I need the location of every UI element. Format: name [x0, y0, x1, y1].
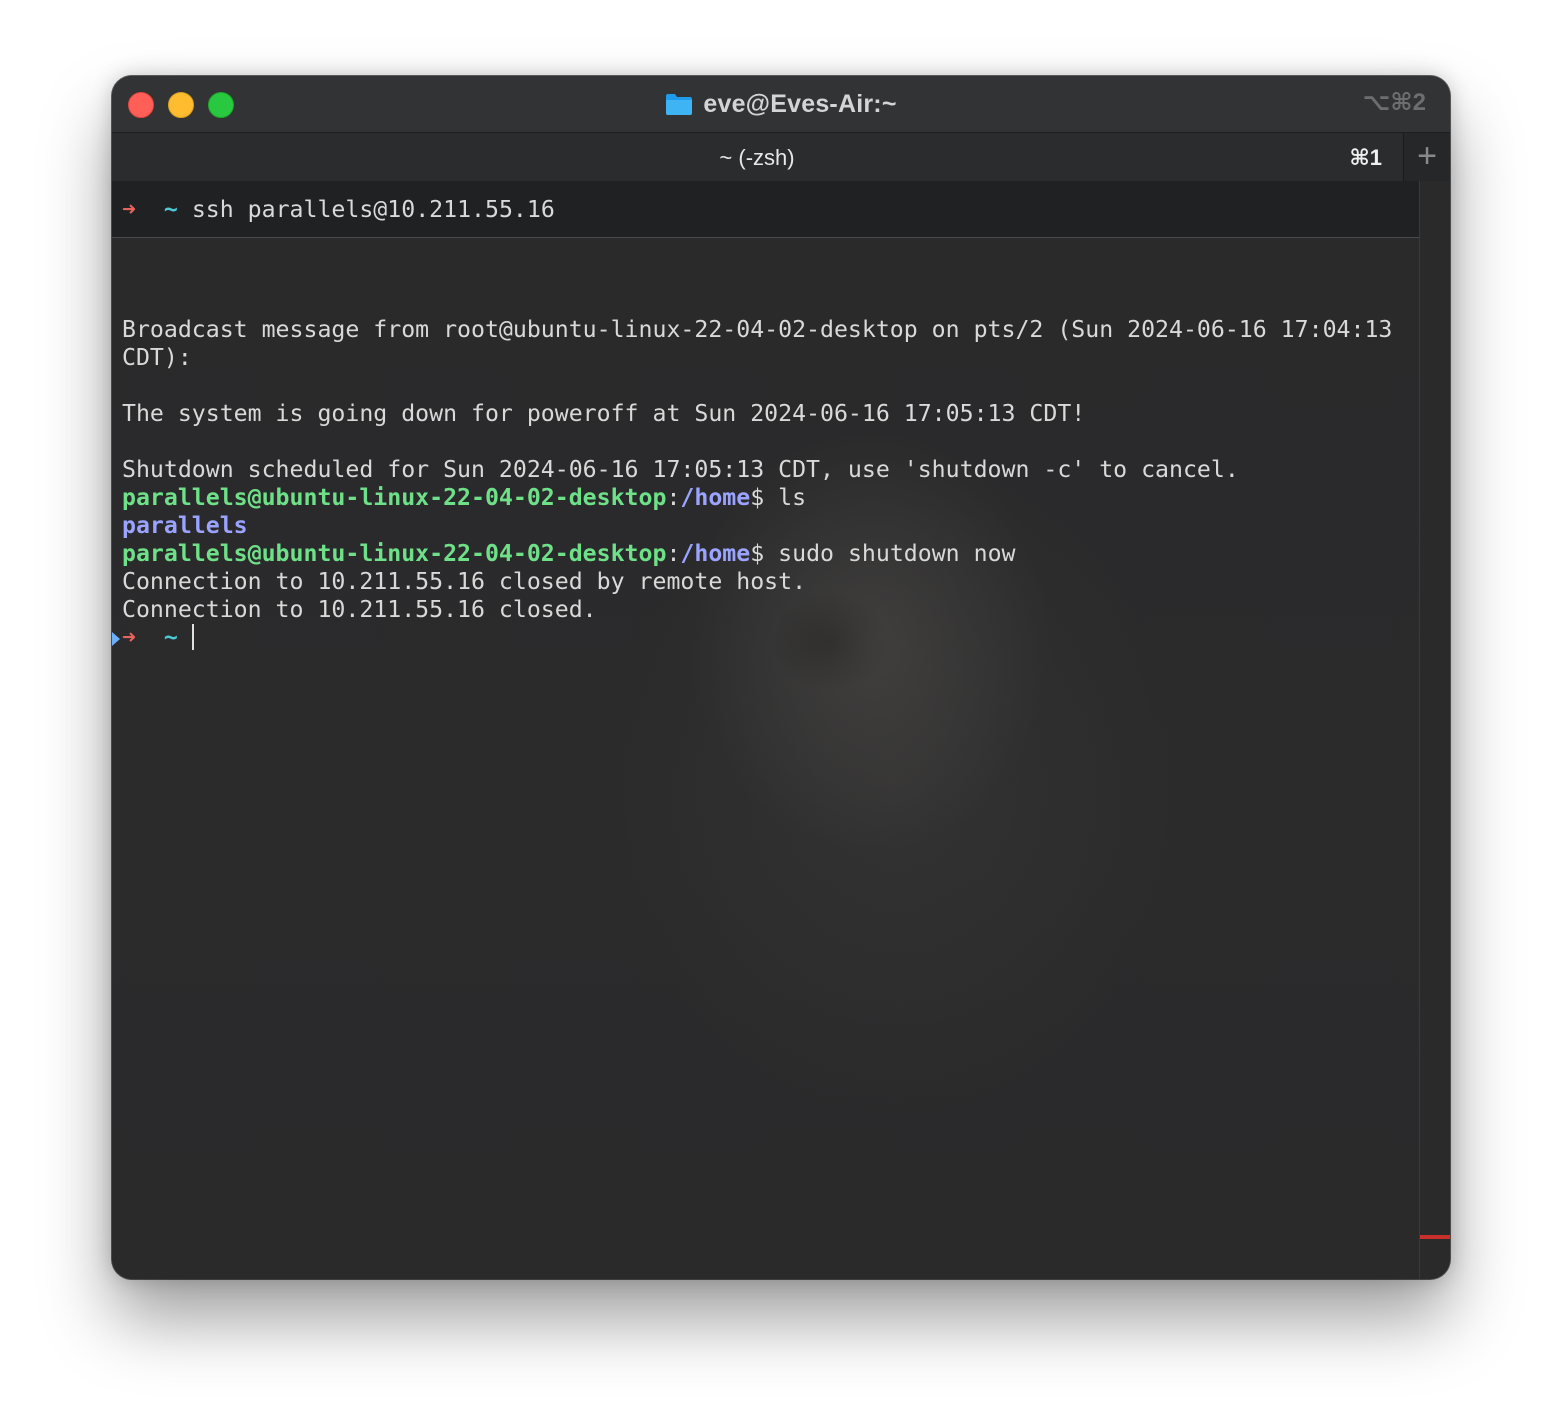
- tab-bar: ~ (-zsh) ⌘1 +: [112, 132, 1450, 182]
- prompt-arrow-icon: ➜: [122, 196, 136, 223]
- remote-command-shutdown: sudo shutdown now: [764, 540, 1016, 567]
- text-cursor: [191, 624, 194, 650]
- remote-prompt-line-1: parallels@ubuntu-linux-22-04-02-desktop:…: [122, 484, 806, 512]
- scroll-mark: [1420, 1235, 1450, 1239]
- prompt-colon: :: [666, 484, 681, 511]
- mark-indicator-icon: [112, 632, 120, 646]
- output-closed-remote-line: Connection to 10.211.55.16 closed by rem…: [122, 568, 807, 595]
- prompt-dollar: $: [750, 484, 765, 511]
- output-broadcast-line-2: CDT):: [122, 344, 192, 371]
- output-ls-result: parallels: [122, 512, 248, 539]
- remote-user-host: parallels@ubuntu-linux-22-04-02-desktop: [122, 484, 667, 511]
- prompt-dollar: $: [750, 540, 765, 567]
- sticky-command: ssh parallels@10.211.55.16: [191, 196, 555, 223]
- current-prompt-line[interactable]: ➜ ~: [122, 624, 194, 652]
- remote-prompt-line-2: parallels@ubuntu-linux-22-04-02-desktop:…: [122, 540, 1015, 568]
- prompt-colon: :: [666, 540, 681, 567]
- window-title: eve@Eves-Air:~: [703, 89, 897, 118]
- sticky-command-line: ➜ ~ ssh parallels@10.211.55.16: [112, 181, 1420, 238]
- folder-icon: [665, 92, 693, 116]
- output-poweroff-line: The system is going down for poweroff at…: [122, 400, 1086, 427]
- terminal-content[interactable]: ➜ ~ ssh parallels@10.211.55.16 Broadcast…: [112, 181, 1420, 1279]
- sticky-prompt-line: ➜ ~ ssh parallels@10.211.55.16: [122, 196, 555, 224]
- prompt-cwd: ~: [163, 196, 178, 223]
- prompt-cwd: ~: [163, 624, 178, 651]
- output-closed-line: Connection to 10.211.55.16 closed.: [122, 596, 597, 623]
- remote-path: /home: [680, 540, 751, 567]
- terminal-window: eve@Eves-Air:~ ⌥⌘2 ~ (-zsh) ⌘1 + ➜ ~ ssh…: [112, 76, 1450, 1279]
- tab-shortcut: ⌘1: [1349, 145, 1382, 170]
- tab-label: ~ (-zsh): [719, 145, 795, 170]
- window-shortcut: ⌥⌘2: [1362, 89, 1426, 116]
- remote-user-host: parallels@ubuntu-linux-22-04-02-desktop: [122, 540, 667, 567]
- output-broadcast-line-1: Broadcast message from root@ubuntu-linux…: [122, 316, 1393, 343]
- title-bar[interactable]: eve@Eves-Air:~ ⌥⌘2: [112, 76, 1450, 132]
- remote-path: /home: [680, 484, 751, 511]
- new-tab-button[interactable]: +: [1403, 133, 1450, 181]
- output-scheduled-line: Shutdown scheduled for Sun 2024-06-16 17…: [122, 456, 1239, 483]
- prompt-arrow-icon: ➜: [122, 624, 136, 651]
- scrollbar[interactable]: [1419, 181, 1450, 1279]
- tab-zsh[interactable]: ~ (-zsh) ⌘1: [112, 133, 1402, 181]
- remote-command-ls: ls: [764, 484, 807, 511]
- window-title-wrap: eve@Eves-Air:~: [112, 76, 1450, 132]
